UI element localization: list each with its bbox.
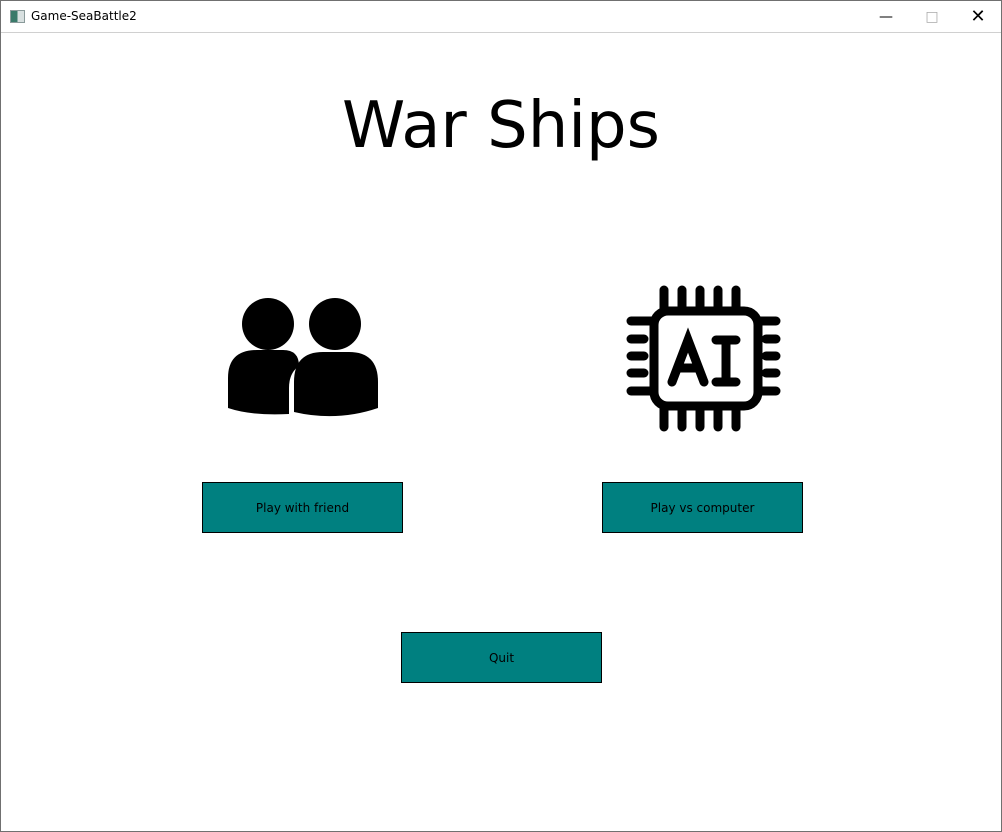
minimize-icon: — bbox=[879, 8, 893, 25]
minimize-button[interactable]: — bbox=[863, 1, 909, 32]
play-vs-computer-button[interactable]: Play vs computer bbox=[602, 482, 803, 533]
maximize-button[interactable]: □ bbox=[909, 1, 955, 32]
app-window: Game-SeaBattle2 — □ ✕ War Ships Play wit… bbox=[0, 0, 1002, 832]
play-with-friend-button[interactable]: Play with friend bbox=[202, 482, 403, 533]
app-icon bbox=[10, 10, 25, 23]
ai-chip-icon bbox=[626, 285, 781, 432]
quit-button[interactable]: Quit bbox=[401, 632, 602, 683]
maximize-icon: □ bbox=[925, 8, 939, 25]
two-users-icon bbox=[228, 298, 378, 417]
close-icon: ✕ bbox=[970, 6, 986, 27]
close-button[interactable]: ✕ bbox=[955, 1, 1001, 32]
title-bar: Game-SeaBattle2 — □ ✕ bbox=[1, 1, 1001, 33]
window-title: Game-SeaBattle2 bbox=[31, 9, 137, 23]
page-title: War Ships bbox=[342, 89, 660, 163]
